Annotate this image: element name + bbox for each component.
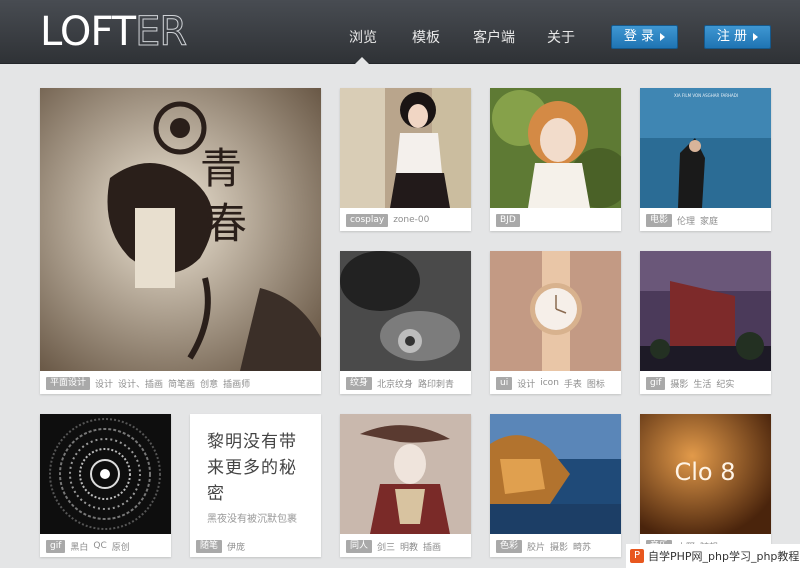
nav-client[interactable]: 客户端 (473, 29, 515, 47)
nav-templates[interactable]: 模板 (412, 29, 440, 47)
primary-tag[interactable]: 纹身 (346, 376, 373, 390)
tag-list: 随笔 伊庞 (196, 539, 317, 553)
tag-list: gif 黑白 QC 原创 (46, 539, 167, 553)
tag[interactable]: 设计 (95, 377, 113, 390)
post-image[interactable] (490, 88, 621, 208)
tag[interactable]: icon (540, 378, 559, 388)
tag[interactable]: 摄影 (550, 540, 568, 553)
register-button[interactable]: 注 册 (704, 25, 771, 49)
tag-list: 同人 剑三 明教 插画 (346, 539, 467, 553)
post-image[interactable] (340, 88, 471, 208)
primary-tag[interactable]: 随笔 (196, 539, 223, 553)
post-card[interactable]: cosplay zone-00 (340, 88, 471, 231)
tag-list: cosplay zone-00 (346, 213, 467, 227)
text-post-excerpt: 黑夜没有被沉默包裹 (207, 514, 297, 525)
svg-text:青: 青 (200, 144, 242, 193)
tag-list: 电影 伦理 家庭 (646, 213, 767, 227)
nav-about[interactable]: 关于 (547, 29, 575, 47)
post-card[interactable]: gif 摄影 生活 纪实 (640, 251, 771, 394)
tag[interactable]: 图标 (587, 377, 605, 390)
tag[interactable]: 生活 (693, 377, 711, 390)
tag-list: gif 摄影 生活 纪实 (646, 376, 767, 390)
register-label: 注 册 (716, 29, 748, 44)
post-image[interactable] (40, 414, 171, 534)
tag[interactable]: 畸苏 (573, 540, 591, 553)
post-card[interactable]: Clo 8 音乐 小野 随想 (640, 414, 771, 557)
logo-thin-text: ER (135, 9, 188, 55)
tag-list: 纹身 北京纹身 路印刺青 (346, 376, 467, 390)
tag[interactable]: 插画师 (223, 377, 250, 390)
tag[interactable]: 设计、插画 (118, 377, 163, 390)
tag-list: ui 设计 icon 手表 图标 (496, 376, 617, 390)
tag[interactable]: 胶片 (527, 540, 545, 553)
tag[interactable]: 插画 (423, 540, 441, 553)
text-post-card[interactable]: 黎明没有带来更多的秘密 黑夜没有被沉默包裹 随笔 伊庞 (190, 414, 321, 557)
watermark-text: 自学PHP网_php学习_php教程 (648, 550, 800, 563)
logo[interactable]: LOFTER (40, 9, 188, 55)
post-card[interactable]: 纹身 北京纹身 路印刺青 (340, 251, 471, 394)
primary-tag[interactable]: cosplay (346, 213, 389, 227)
primary-tag[interactable]: 平面设计 (46, 376, 91, 390)
primary-tag[interactable]: 色彩 (496, 539, 523, 553)
primary-tag[interactable]: 电影 (646, 213, 673, 227)
post-card[interactable]: 青 春 平面设计 设计 设计、插画 简笔画 创意 插画师 (40, 88, 321, 394)
tag[interactable]: 手表 (564, 377, 582, 390)
login-label: 登 录 (623, 29, 655, 44)
tag[interactable]: 设计 (517, 377, 535, 390)
tag[interactable]: 北京纹身 (377, 377, 413, 390)
tag[interactable]: 简笔画 (168, 377, 195, 390)
tag[interactable]: zone-00 (393, 215, 429, 225)
tag[interactable]: QC (93, 541, 106, 551)
tag-list: 平面设计 设计 设计、插画 简笔画 创意 插画师 (46, 376, 317, 390)
arrow-right-icon (753, 33, 759, 41)
text-post-title[interactable]: 黎明没有带来更多的秘密 (207, 429, 309, 507)
post-image[interactable] (490, 414, 621, 534)
tag[interactable]: 伦理 (677, 214, 695, 227)
post-image[interactable]: XIA FILM VON ASGHAR FARHADI (640, 88, 771, 208)
poster-caption: XIA FILM VON ASGHAR FARHADI (674, 93, 738, 98)
svg-text:春: 春 (205, 199, 247, 248)
tag[interactable]: 纪实 (716, 377, 734, 390)
tag[interactable]: 摄影 (670, 377, 688, 390)
post-image[interactable] (490, 251, 621, 371)
active-nav-caret (355, 57, 369, 64)
arrow-right-icon (660, 33, 666, 41)
post-image[interactable] (340, 251, 471, 371)
tag[interactable]: 伊庞 (227, 540, 245, 553)
post-card[interactable]: 色彩 胶片 摄影 畸苏 (490, 414, 621, 557)
poster-caption: Clo 8 (674, 458, 735, 486)
site-watermark: P 自学PHP网_php学习_php教程 (626, 544, 800, 568)
tag[interactable]: 家庭 (700, 214, 718, 227)
tag[interactable]: 明教 (400, 540, 418, 553)
post-card[interactable]: BJD (490, 88, 621, 231)
primary-tag[interactable]: BJD (496, 213, 520, 227)
primary-tag[interactable]: gif (46, 539, 66, 553)
post-card[interactable]: ui 设计 icon 手表 图标 (490, 251, 621, 394)
post-card[interactable]: 同人 剑三 明教 插画 (340, 414, 471, 557)
tag[interactable]: 创意 (200, 377, 218, 390)
primary-tag[interactable]: gif (646, 376, 666, 390)
post-card[interactable]: XIA FILM VON ASGHAR FARHADI 电影 伦理 家庭 (640, 88, 771, 231)
tag-list: 色彩 胶片 摄影 畸苏 (496, 539, 617, 553)
tag[interactable]: 路印刺青 (418, 377, 454, 390)
login-button[interactable]: 登 录 (611, 25, 678, 49)
post-image[interactable] (640, 251, 771, 371)
post-image[interactable]: Clo 8 (640, 414, 771, 534)
tag[interactable]: 剑三 (377, 540, 395, 553)
post-image[interactable]: 青 春 (40, 88, 321, 371)
tag[interactable]: 黑白 (70, 540, 88, 553)
php-logo-icon: P (630, 549, 644, 563)
post-image[interactable] (340, 414, 471, 534)
tag-list: BJD (496, 213, 617, 227)
top-bar: LOFTER 浏览 模板 客户端 关于 登 录 注 册 (0, 0, 800, 64)
post-card[interactable]: gif 黑白 QC 原创 (40, 414, 171, 557)
nav-browse[interactable]: 浏览 (349, 29, 377, 47)
primary-tag[interactable]: ui (496, 376, 513, 390)
logo-bold-text: LOFT (40, 9, 136, 55)
tag[interactable]: 原创 (112, 540, 130, 553)
primary-tag[interactable]: 同人 (346, 539, 373, 553)
